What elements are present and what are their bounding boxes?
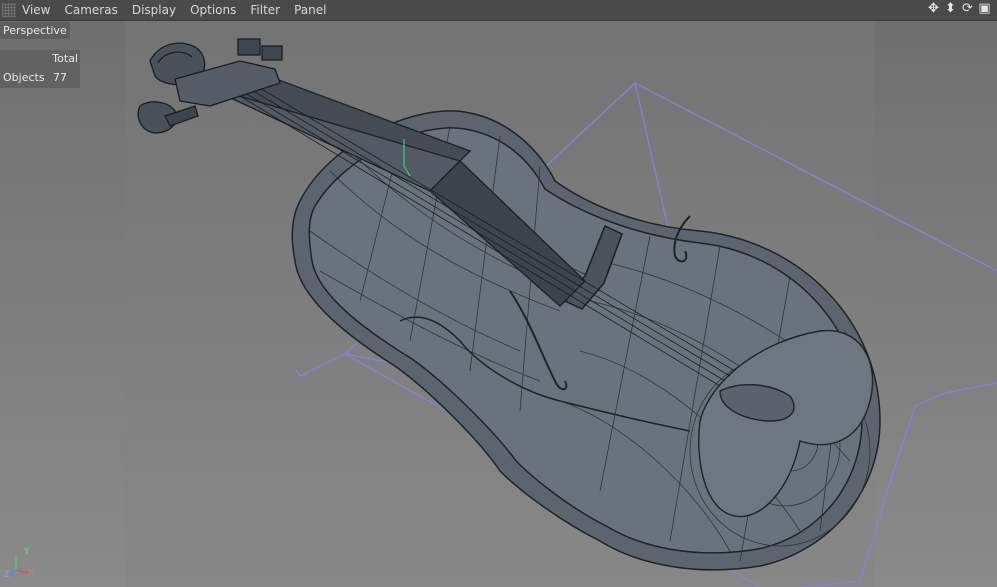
navigation-icons: ✥ ⬍ ⟳ ▣: [927, 1, 991, 17]
zoom-view-icon[interactable]: ⬍: [944, 1, 957, 17]
menu-filter[interactable]: Filter: [250, 0, 280, 20]
panel-grip-icon[interactable]: [2, 3, 16, 17]
toggle-view-icon[interactable]: ▣: [978, 1, 991, 17]
3d-viewport[interactable]: Perspective Total Objects 77 Y X Z: [0, 21, 997, 587]
menu-panel[interactable]: Panel: [294, 0, 326, 20]
viewport-menubar: View Cameras Display Options Filter Pane…: [0, 0, 997, 21]
view-name-label[interactable]: Perspective: [0, 22, 70, 39]
axis-gizmo: Y X Z: [4, 547, 38, 582]
hud-objects-label: Objects: [3, 71, 45, 84]
hud-header: Total: [52, 52, 78, 65]
hud-objects-count: 77: [53, 71, 67, 84]
menu-options[interactable]: Options: [190, 0, 236, 20]
menu-view[interactable]: View: [22, 0, 50, 20]
axis-y-label: Y: [24, 547, 30, 557]
move-view-icon[interactable]: ✥: [927, 1, 940, 17]
axis-z-label: Z: [4, 570, 10, 580]
violin-model-scene: [137, 38, 997, 587]
menu-cameras[interactable]: Cameras: [64, 0, 117, 20]
menu-display[interactable]: Display: [132, 0, 176, 20]
axis-x-label: X: [28, 568, 34, 578]
rotate-view-icon[interactable]: ⟳: [961, 1, 974, 17]
scene-stats-hud: Total Objects 77: [0, 50, 80, 88]
viewport-window: View Cameras Display Options Filter Pane…: [0, 0, 997, 587]
scroll-pegbox: [137, 38, 283, 134]
